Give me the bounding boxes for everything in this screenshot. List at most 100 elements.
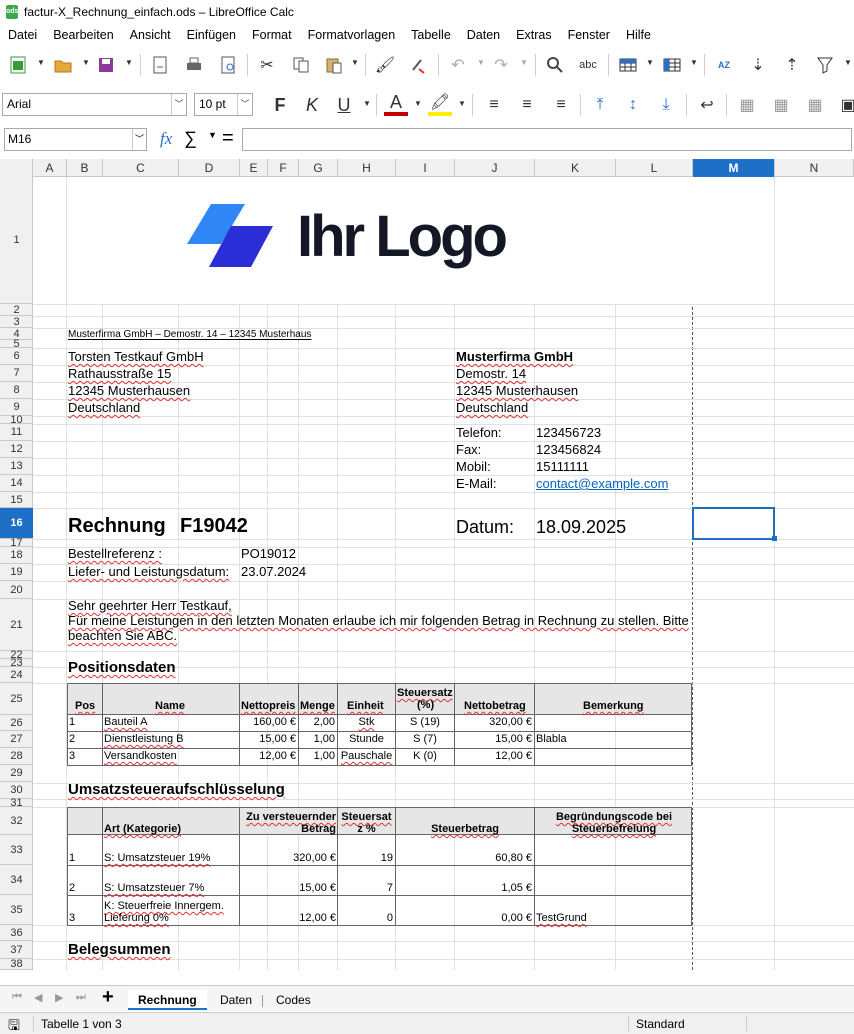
column-header[interactable]: L [616,159,693,177]
undo-dropdown-icon[interactable]: ▼ [477,58,485,67]
menu-extras[interactable]: Extras [508,24,559,46]
font-name-box[interactable]: Arial ﹀ [2,93,187,116]
row-header[interactable]: 37 [0,941,33,959]
row-header[interactable]: 29 [0,765,33,782]
add-sheet-icon[interactable]: + [102,986,114,1009]
autofilter-dropdown-icon[interactable]: ▼ [844,58,852,67]
column-header[interactable]: B [67,159,103,177]
row-header[interactable]: 27 [0,731,33,748]
formula-input[interactable] [242,128,852,151]
font-size-box[interactable]: 10 pt ﹀ [194,93,253,116]
tab-rechnung[interactable]: Rechnung [128,990,207,1010]
bold-icon[interactable]: F [268,93,292,117]
page-style[interactable]: Standard [636,1017,685,1031]
column-header[interactable]: A [33,159,67,177]
row-header[interactable]: 24 [0,667,33,683]
highlight-color-icon[interactable]: 🖍 [428,92,452,116]
row-header[interactable]: 19 [0,564,33,581]
font-color-icon[interactable]: A [384,92,408,116]
redo-icon[interactable]: ↷ [489,53,513,77]
row-header[interactable]: 23 [0,657,33,669]
autofilter-icon[interactable] [813,53,837,77]
next-sheet-icon[interactable]: ▶ [55,991,63,1004]
row-header[interactable]: 38 [0,958,33,970]
column-header[interactable]: J [455,159,535,177]
clone-formatting-icon[interactable]: 🖌 [373,53,397,77]
menu-einfuegen[interactable]: Einfügen [179,24,244,46]
row-header[interactable]: 21 [0,599,33,651]
column-header[interactable]: E [240,159,268,177]
print-preview-icon[interactable] [216,53,240,77]
row-header[interactable]: 7 [0,365,33,382]
row-header[interactable]: 36 [0,925,33,941]
redo-dropdown-icon[interactable]: ▼ [520,58,528,67]
menu-tabelle[interactable]: Tabelle [403,24,459,46]
row-header[interactable]: 10 [0,414,33,426]
menu-daten[interactable]: Daten [459,24,508,46]
copy-icon[interactable] [289,53,313,77]
row-header[interactable]: 33 [0,835,33,865]
row-header[interactable]: 32 [0,807,33,835]
row-dropdown-icon[interactable]: ▼ [646,58,654,67]
align-middle-icon[interactable]: ↕ [621,93,645,117]
paste-icon[interactable] [322,53,346,77]
menu-hilfe[interactable]: Hilfe [618,24,659,46]
column-header-selected[interactable]: M [693,159,775,177]
menu-ansicht[interactable]: Ansicht [122,24,179,46]
column-header[interactable]: F [268,159,299,177]
merge-cells-icon[interactable]: ▦ [769,93,793,117]
align-center-icon[interactable]: ≡ [515,93,539,117]
align-top-icon[interactable]: ⤒ [588,93,612,117]
sum-icon[interactable]: ∑ [184,128,197,149]
save-icon[interactable] [94,53,118,77]
chevron-down-icon[interactable]: ﹀ [237,94,252,115]
row-header[interactable]: 31 [0,797,33,809]
column-header[interactable]: K [535,159,616,177]
sort-icon[interactable]: AZ [712,53,736,77]
save-dropdown-icon[interactable]: ▼ [125,58,133,67]
menu-format[interactable]: Format [244,24,300,46]
menu-fenster[interactable]: Fenster [560,24,618,46]
row-header[interactable]: 6 [0,348,33,365]
unmerge-cells-icon[interactable]: ▦ [803,93,827,117]
new-spreadsheet-icon[interactable] [6,53,30,77]
column-header[interactable]: C [103,159,179,177]
last-sheet-icon[interactable]: ⏭ [76,991,86,1004]
row-header[interactable]: 17 [0,537,33,549]
italic-icon[interactable]: K [300,93,324,117]
sum-dropdown-icon[interactable]: ▼ [208,130,217,140]
fill-handle[interactable] [772,536,777,541]
open-folder-icon[interactable] [51,53,75,77]
name-box[interactable]: M16 ﹀ [4,128,147,151]
row-header[interactable]: 2 [0,304,33,316]
spreadsheet-grid[interactable]: Ihr Logo Musterfirma GmbH – Demostr. 14 … [33,177,854,970]
column-header[interactable]: I [396,159,455,177]
new-dropdown-icon[interactable]: ▼ [37,58,45,67]
prev-sheet-icon[interactable]: ◀ [34,991,42,1004]
chevron-down-icon[interactable]: ﹀ [132,129,146,150]
row-header[interactable]: 11 [0,424,33,441]
align-right-icon[interactable]: ≡ [549,93,573,117]
export-pdf-icon[interactable] [148,53,172,77]
clear-formatting-icon[interactable] [406,53,430,77]
row-header[interactable]: 3 [0,316,33,328]
column-icon[interactable] [660,53,684,77]
spelling-icon[interactable]: abc [576,53,600,77]
document-modified-icon[interactable]: 🖫 [8,1015,20,1034]
merge-center-icon[interactable]: ▦ [735,93,759,117]
row-header[interactable]: 8 [0,382,33,399]
tab-codes[interactable]: Codes [266,990,321,1010]
row-header[interactable]: 5 [0,338,33,350]
cut-icon[interactable]: ✂ [255,53,279,77]
row-header[interactable]: 34 [0,865,33,895]
align-bottom-icon[interactable]: ⤓ [654,93,678,117]
row-header[interactable]: 15 [0,492,33,508]
more-options-icon[interactable]: ▣ [836,93,854,117]
menu-formatvorlagen[interactable]: Formatvorlagen [300,24,404,46]
row-header[interactable]: 13 [0,458,33,475]
find-replace-icon[interactable] [543,53,567,77]
open-dropdown-icon[interactable]: ▼ [82,58,90,67]
column-header[interactable]: H [338,159,396,177]
highlight-dropdown-icon[interactable]: ▼ [458,99,466,108]
row-header-selected[interactable]: 16 [0,508,33,539]
